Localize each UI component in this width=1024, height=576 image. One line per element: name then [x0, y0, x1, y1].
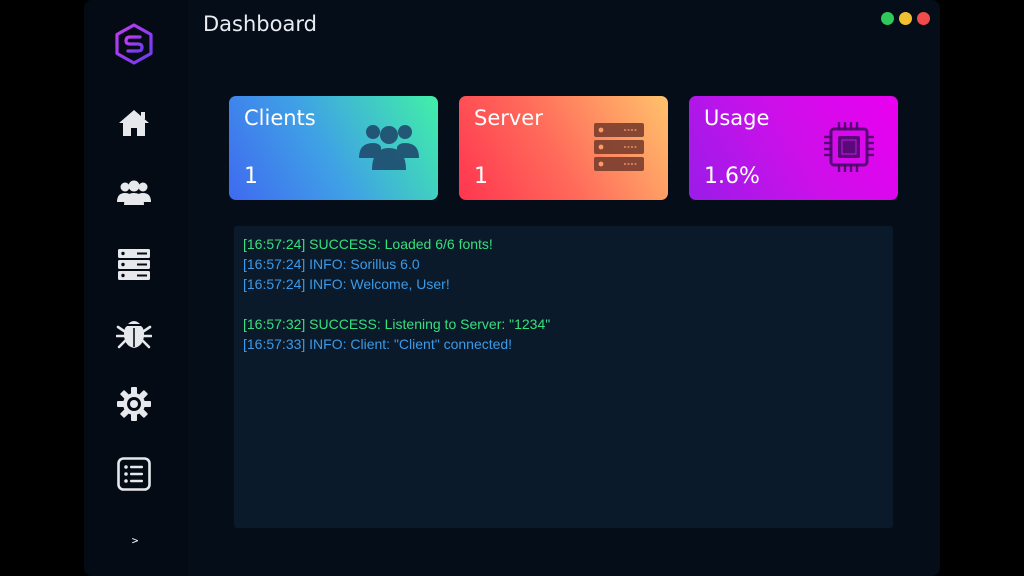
server-card-value: 1 [474, 164, 488, 189]
server-card-title: Server [474, 106, 543, 130]
log-line: [16:57:24] INFO: Sorillus 6.0 [243, 256, 420, 272]
expand-sidebar-button[interactable]: > [128, 534, 142, 548]
log-line: [16:57:24] SUCCESS: Loaded 6/6 fonts! [243, 236, 493, 252]
clients-card-value: 1 [244, 164, 258, 189]
cpu-icon [818, 120, 880, 174]
sidebar: > [84, 0, 188, 576]
sidebar-item-servers[interactable] [112, 242, 156, 286]
gear-icon [117, 387, 151, 421]
app-window: > Dashboard Clients 1 Server 1 Usage 1.6… [84, 0, 940, 576]
maximize-button[interactable] [881, 12, 894, 25]
usage-card-title: Usage [704, 106, 770, 130]
list-icon [117, 457, 151, 491]
minimize-button[interactable] [899, 12, 912, 25]
sidebar-item-settings[interactable] [112, 382, 156, 426]
window-controls [881, 12, 930, 25]
log-console: [16:57:24] SUCCESS: Loaded 6/6 fonts! [16… [234, 226, 893, 528]
usage-card-value: 1.6% [704, 164, 760, 189]
sidebar-item-bug[interactable] [112, 312, 156, 356]
home-icon [119, 110, 149, 136]
close-button[interactable] [917, 12, 930, 25]
log-line: [16:57:24] INFO: Welcome, User! [243, 276, 450, 292]
sidebar-item-home[interactable] [112, 101, 156, 145]
sidebar-item-logs[interactable] [112, 452, 156, 496]
log-line: [16:57:32] SUCCESS: Listening to Server:… [243, 316, 551, 332]
app-logo [112, 22, 156, 66]
users-icon [117, 180, 151, 205]
server-icon [118, 249, 150, 280]
users-icon [358, 120, 420, 174]
clients-card-title: Clients [244, 106, 316, 130]
clients-card: Clients 1 [229, 96, 438, 200]
sidebar-item-clients[interactable] [112, 171, 156, 215]
log-line: [16:57:33] INFO: Client: "Client" connec… [243, 336, 513, 352]
usage-card: Usage 1.6% [689, 96, 898, 200]
server-icon [588, 120, 650, 174]
bug-icon [116, 321, 152, 349]
server-card: Server 1 [459, 96, 668, 200]
page-title: Dashboard [203, 12, 317, 36]
